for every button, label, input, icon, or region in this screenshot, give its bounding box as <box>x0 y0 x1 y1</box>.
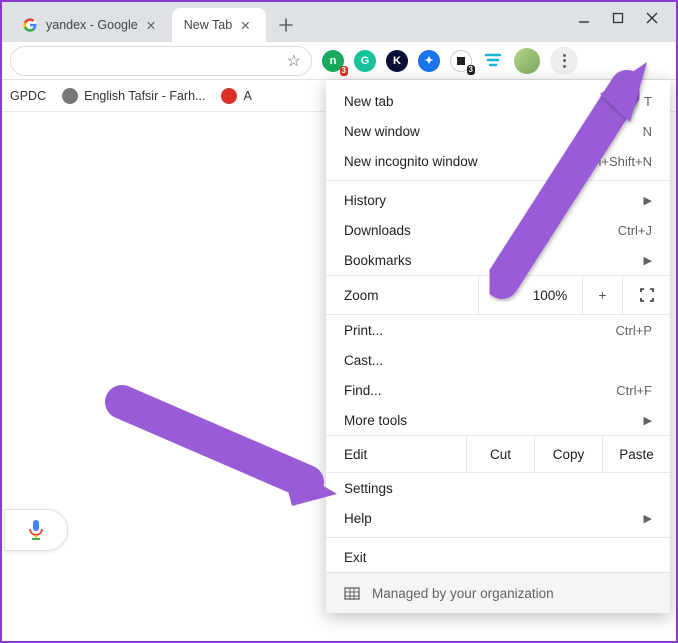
managed-label: Managed by your organization <box>372 586 554 601</box>
menu-new-tab[interactable]: New tab T <box>326 86 670 116</box>
menu-print[interactable]: Print... Ctrl+P <box>326 315 670 345</box>
menu-help[interactable]: Help ▶ <box>326 503 670 533</box>
extension-icon-3[interactable]: K <box>386 50 408 72</box>
bookmark-favicon <box>221 88 237 104</box>
toolbar: ☆ n3 G K ✦ 3 <box>2 42 676 80</box>
address-input[interactable] <box>21 53 287 69</box>
bookmark-tafsir[interactable]: English Tafsir - Farh... <box>62 88 205 104</box>
menu-label: More tools <box>344 413 407 428</box>
menu-find[interactable]: Find... Ctrl+F <box>326 375 670 405</box>
tab-title: New Tab <box>184 18 232 32</box>
zoom-out-button[interactable]: − <box>478 276 518 314</box>
bookmark-label: A <box>243 89 251 103</box>
extension-icon-1[interactable]: n3 <box>322 50 344 72</box>
shortcut: Ctrl+J <box>618 223 652 238</box>
extensions-area: n3 G K ✦ 3 <box>322 47 578 75</box>
chrome-menu: New tab T New window N New incognito win… <box>326 80 670 613</box>
menu-label: Zoom <box>344 288 478 303</box>
chevron-right-icon: ▶ <box>644 254 652 267</box>
bookmark-label: GPDC <box>10 89 46 103</box>
shortcut: T <box>644 94 652 109</box>
menu-incognito[interactable]: New incognito window Ctrl+Shift+N <box>326 146 670 176</box>
bookmark-star-icon[interactable]: ☆ <box>287 51 301 71</box>
zoom-level: 100% <box>518 276 582 314</box>
voice-search-button[interactable] <box>4 509 68 551</box>
tab-newtab[interactable]: New Tab ✕ <box>172 8 266 42</box>
menu-label: Downloads <box>344 223 411 238</box>
shortcut: Ctrl+P <box>616 323 652 338</box>
menu-label: Help <box>344 511 372 526</box>
menu-exit[interactable]: Exit <box>326 542 670 572</box>
organization-icon <box>344 585 360 601</box>
extension-icon-4[interactable]: ✦ <box>418 50 440 72</box>
minimize-button[interactable] <box>578 11 590 27</box>
menu-new-window[interactable]: New window N <box>326 116 670 146</box>
menu-bookmarks[interactable]: Bookmarks ▶ <box>326 245 670 275</box>
zoom-in-button[interactable]: + <box>582 276 622 314</box>
chrome-menu-button[interactable] <box>550 47 578 75</box>
menu-label: History <box>344 193 386 208</box>
menu-downloads[interactable]: Downloads Ctrl+J <box>326 215 670 245</box>
paste-button[interactable]: Paste <box>602 436 670 472</box>
extension-icon-2[interactable]: G <box>354 50 376 72</box>
extension-icon-5[interactable]: 3 <box>450 50 472 72</box>
managed-banner[interactable]: Managed by your organization <box>326 572 670 613</box>
window-controls <box>566 2 670 36</box>
chevron-right-icon: ▶ <box>644 194 652 207</box>
menu-edit: Edit Cut Copy Paste <box>326 435 670 473</box>
microphone-icon <box>27 519 45 541</box>
menu-history[interactable]: History ▶ <box>326 185 670 215</box>
close-tab-icon[interactable]: ✕ <box>146 18 160 33</box>
vertical-dots-icon <box>563 54 566 68</box>
menu-label: Exit <box>344 550 367 565</box>
bookmark-label: English Tafsir - Farh... <box>84 89 205 103</box>
tab-strip: yandex - Google ✕ New Tab ✕ <box>2 2 676 42</box>
google-favicon <box>22 17 38 33</box>
badge: 3 <box>340 66 348 76</box>
profile-avatar[interactable] <box>514 48 540 74</box>
menu-label: Cast... <box>344 353 383 368</box>
bookmark-a[interactable]: A <box>221 88 251 104</box>
new-tab-button[interactable] <box>272 11 300 39</box>
tab-yandex[interactable]: yandex - Google ✕ <box>10 8 172 42</box>
bookmark-gpdc[interactable]: GPDC <box>10 89 46 103</box>
tab-title: yandex - Google <box>46 18 138 32</box>
menu-label: Find... <box>344 383 382 398</box>
extension-icon-6[interactable] <box>482 50 504 72</box>
menu-label: New incognito window <box>344 154 478 169</box>
menu-label: New tab <box>344 94 394 109</box>
menu-label: New window <box>344 124 420 139</box>
cut-button[interactable]: Cut <box>466 436 534 472</box>
fullscreen-button[interactable] <box>622 276 670 314</box>
menu-more-tools[interactable]: More tools ▶ <box>326 405 670 435</box>
badge: 3 <box>467 65 475 75</box>
shortcut: Ctrl+F <box>616 383 652 398</box>
menu-label: Print... <box>344 323 383 338</box>
menu-cast[interactable]: Cast... <box>326 345 670 375</box>
menu-label: Edit <box>326 447 466 462</box>
close-window-button[interactable] <box>646 11 658 27</box>
shortcut: N <box>643 124 652 139</box>
omnibox[interactable]: ☆ <box>10 46 312 76</box>
shortcut: Ctrl+Shift+N <box>581 154 652 169</box>
globe-icon <box>62 88 78 104</box>
menu-zoom: Zoom − 100% + <box>326 275 670 315</box>
menu-settings[interactable]: Settings <box>326 473 670 503</box>
chevron-right-icon: ▶ <box>644 512 652 525</box>
chevron-right-icon: ▶ <box>644 414 652 427</box>
menu-separator <box>326 180 670 181</box>
close-tab-icon[interactable]: ✕ <box>240 18 254 33</box>
fullscreen-icon <box>640 288 654 302</box>
copy-button[interactable]: Copy <box>534 436 602 472</box>
menu-label: Settings <box>344 481 393 496</box>
maximize-button[interactable] <box>612 11 624 27</box>
menu-separator <box>326 537 670 538</box>
menu-label: Bookmarks <box>344 253 412 268</box>
